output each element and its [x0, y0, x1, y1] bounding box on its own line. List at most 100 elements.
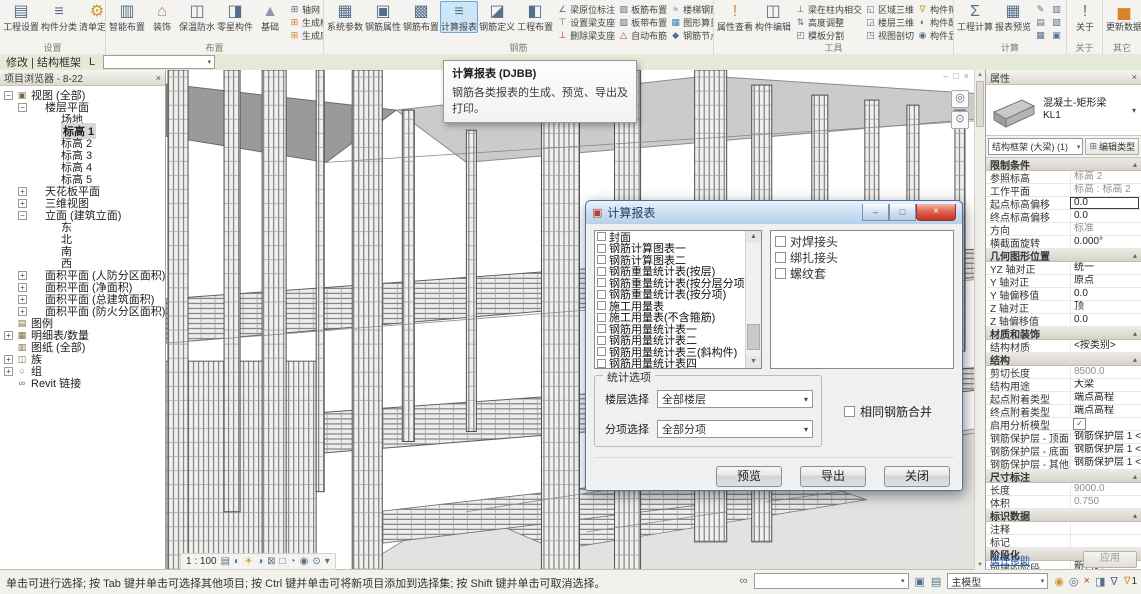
ribbon-small-button[interactable]: ⇅高度调整 [795, 16, 862, 29]
ribbon-small-button[interactable]: ⊥删除梁支座 [557, 29, 615, 42]
ribbon-small-button[interactable]: ▨板带布置 [618, 16, 667, 29]
ribbon-small-button[interactable]: ◲楼层三维 [865, 16, 914, 29]
tree-item[interactable]: −立面 (建筑立面) [0, 209, 165, 221]
tree-expander-icon[interactable]: + [18, 295, 27, 304]
list-scrollbar[interactable]: ▲ ▼ [745, 231, 761, 368]
export-button[interactable]: 导出 [800, 466, 866, 487]
ribbon-button[interactable]: ◧工程布置 [516, 1, 554, 33]
checkbox-unchecked-icon[interactable] [597, 278, 606, 287]
ribbon-button[interactable]: ▅更新数据 [1105, 1, 1141, 32]
tree-expander-icon[interactable]: + [18, 199, 27, 208]
ribbon-small-button[interactable]: ◆钢筋节点 [670, 29, 714, 42]
apply-button[interactable]: 应用 [1083, 551, 1137, 568]
ribbon-small-button[interactable]: ◉构件显隐 [917, 29, 954, 42]
ribbon-small-button[interactable]: ∠梁原位标注 [557, 3, 615, 16]
view-control-icon[interactable]: ⊙ [312, 556, 320, 567]
checkbox-unchecked-icon[interactable] [775, 236, 786, 247]
checkbox-unchecked-icon[interactable] [597, 255, 606, 264]
ribbon-small-button[interactable]: ⊥梁在柱内相交 [795, 3, 862, 16]
tree-expander-icon[interactable]: + [4, 331, 13, 340]
checkbox-unchecked-icon[interactable] [597, 290, 606, 299]
close-icon[interactable]: × [964, 71, 969, 81]
tree-item[interactable]: ▥图纸 (全部) [0, 341, 165, 353]
tree-item[interactable]: 北 [0, 233, 165, 245]
close-button[interactable]: 关闭 [884, 466, 950, 487]
checkbox-unchecked-icon[interactable] [597, 336, 606, 345]
ribbon-small-button[interactable]: ⊤设置梁支座 [557, 16, 615, 29]
ribbon-button[interactable]: ▲基础 [254, 1, 286, 32]
family-select[interactable]: 结构框架 (大梁) (1)▾ [988, 138, 1083, 155]
ribbon-button[interactable]: ≡构件分类 [40, 1, 78, 32]
tree-expander-icon[interactable] [34, 247, 43, 256]
tree-expander-icon[interactable] [34, 151, 43, 160]
ribbon-small-button[interactable]: ≈楼梯钢筋 [670, 3, 714, 16]
joint-checklist[interactable]: 对焊接头绑扎接头螺纹套 [770, 230, 954, 369]
report-checklist[interactable]: 封面钢筋计算图表一钢筋计算图表二钢筋重量统计表(按层)钢筋重量统计表(按分层分项… [594, 230, 762, 369]
tree-expander-icon[interactable] [4, 319, 13, 328]
type-selector[interactable]: 混凝土-矩形梁KL1 ▾ [986, 85, 1141, 136]
tree-expander-icon[interactable] [34, 175, 43, 184]
view-control-icon[interactable]: ◉ [300, 556, 309, 567]
tree-expander-icon[interactable]: − [18, 211, 27, 220]
link-icon[interactable]: ∞ [740, 575, 748, 587]
ribbon-small-button[interactable]: ⊞生成底板 [289, 29, 324, 42]
joint-checklist-item[interactable]: 螺纹套 [775, 265, 953, 281]
merge-rebar-checkbox[interactable]: 相同钢筋合并 [844, 403, 932, 420]
scroll-up-icon[interactable]: ▲ [975, 70, 985, 80]
checkbox-unchecked-icon[interactable] [597, 244, 606, 253]
ribbon-button[interactable]: ◫构件编辑 [754, 1, 792, 32]
ribbon-button[interactable]: ▩钢筋布置 [402, 1, 440, 33]
tree-expander-icon[interactable] [34, 163, 43, 172]
ribbon-small-button[interactable]: ▧板筋布置 [618, 3, 667, 16]
scroll-down-icon[interactable]: ▼ [975, 560, 985, 570]
checkbox-unchecked-icon[interactable] [775, 268, 786, 279]
ribbon-small-button[interactable]: ◱区域三维 [865, 3, 914, 16]
tree-expander-icon[interactable] [34, 235, 43, 244]
ribbon-small-button[interactable]: ✎ [1035, 3, 1048, 16]
ribbon-small-button[interactable]: ▧ [1051, 16, 1064, 29]
type-select[interactable]: ▾ [103, 55, 215, 69]
selection-tool-icon[interactable]: ∇ [1110, 575, 1117, 588]
minimize-icon[interactable]: – [862, 204, 889, 221]
ribbon-small-button[interactable]: ⊞轴网 [289, 3, 324, 16]
view-control-icon[interactable]: ◐ [234, 556, 240, 567]
tree-expander-icon[interactable] [34, 139, 43, 148]
view-control-icon[interactable]: ▤ [221, 556, 230, 567]
ribbon-small-button[interactable]: ⊞生成楼板 [289, 16, 324, 29]
ribbon-small-button[interactable]: ◐构件配色 [917, 16, 954, 29]
view-control-icon[interactable]: ◔ [290, 556, 296, 567]
ribbon-small-button[interactable]: ▣ [1051, 29, 1064, 42]
close-icon[interactable]: × [1132, 72, 1137, 82]
editing-requests-icon[interactable]: ▣ [915, 575, 925, 588]
tree-expander-icon[interactable] [34, 127, 43, 136]
ribbon-button[interactable]: ⌂装饰 [146, 1, 178, 32]
selection-tool-icon[interactable]: × [1084, 575, 1090, 588]
tree-expander-icon[interactable]: + [4, 355, 13, 364]
checkbox-unchecked-icon[interactable] [597, 232, 606, 241]
tree-expander-icon[interactable]: + [18, 283, 27, 292]
ribbon-button[interactable]: ▤工程设置 [2, 1, 40, 32]
view-control-icon[interactable]: ◑ [257, 556, 263, 567]
design-options-icon[interactable]: ▤ [931, 575, 941, 588]
selection-filter[interactable]: ∇1 [1124, 576, 1137, 587]
joint-checklist-item[interactable]: 绑扎接头 [775, 249, 953, 265]
tree-expander-icon[interactable] [34, 223, 43, 232]
ribbon-button[interactable]: !关于 [1069, 1, 1101, 32]
ribbon-small-button[interactable]: ◳视图剖切 [865, 29, 914, 42]
tree-expander-icon[interactable]: − [18, 103, 27, 112]
tree-expander-icon[interactable] [4, 343, 13, 352]
tree-expander-icon[interactable]: + [18, 187, 27, 196]
viewport-scrollbar[interactable]: ▲ ▼ [974, 70, 985, 570]
joint-checklist-item[interactable]: 对焊接头 [775, 233, 953, 249]
close-icon[interactable]: × [916, 204, 956, 221]
tree-expander-icon[interactable] [4, 379, 13, 388]
preview-button[interactable]: 预览 [716, 466, 782, 487]
ribbon-small-button[interactable]: ◰模板分割 [795, 29, 862, 42]
minimize-icon[interactable]: – [943, 71, 948, 81]
checkbox-unchecked-icon[interactable] [844, 406, 855, 417]
tree-item[interactable]: +○组 [0, 365, 165, 377]
view-control-icon[interactable]: □ [280, 556, 286, 567]
ribbon-button[interactable]: ◨零星构件 [216, 1, 254, 32]
edit-type-button[interactable]: ⊞编辑类型 [1085, 138, 1139, 155]
checkbox-unchecked-icon[interactable] [775, 252, 786, 263]
